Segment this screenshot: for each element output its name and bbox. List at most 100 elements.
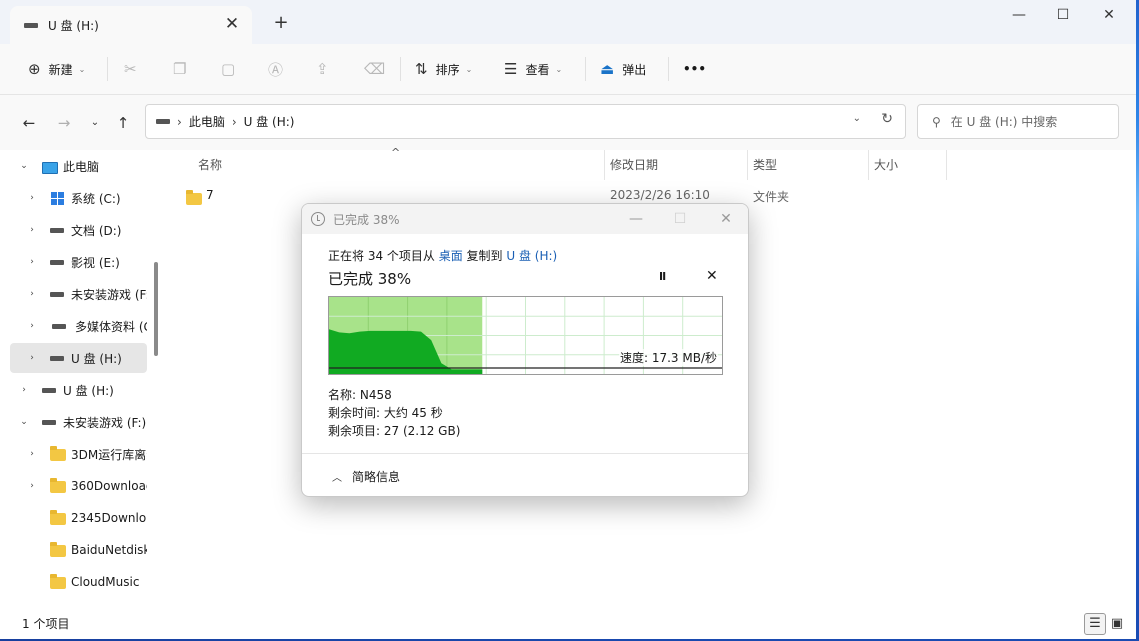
- nav-item-label: 3DM运行库离线: [71, 447, 147, 462]
- sort-button[interactable]: ⇅ 排序 ⌄: [415, 56, 472, 82]
- copy-prefix: 正在将 34 个项目从: [328, 249, 439, 263]
- nav-item-drive-h[interactable]: › U 盘 (H:): [10, 375, 147, 405]
- up-button[interactable]: ↑: [113, 113, 133, 133]
- copy-progress-dialog: 已完成 38% — ☐ ✕ 正在将 34 个项目从 桌面 复制到 U 盘 (H:…: [301, 203, 749, 497]
- nav-item-drive-f-expanded[interactable]: ⌄ 未安装游戏 (F:): [10, 407, 147, 437]
- more-options-button[interactable]: •••: [683, 56, 706, 82]
- nav-item-folder[interactable]: CloudMusic: [10, 567, 147, 597]
- recent-locations-button[interactable]: ⌄: [85, 113, 105, 133]
- sort-label: 排序: [435, 62, 460, 77]
- forward-button[interactable]: →: [54, 113, 74, 133]
- share-button[interactable]: ⇪: [316, 56, 329, 82]
- view-button[interactable]: ☰ 查看 ⌄: [504, 56, 562, 82]
- share-icon: ⇪: [316, 60, 329, 78]
- dialog-divider: [302, 453, 748, 454]
- nav-item-label: U 盘 (H:): [63, 383, 114, 398]
- items-remaining: 剩余项目: 27 (2.12 GB): [328, 424, 461, 438]
- chevron-right-icon: ›: [30, 289, 34, 299]
- copy-button[interactable]: ❐: [173, 56, 186, 82]
- chevron-right-icon: ›: [30, 193, 34, 203]
- folder-icon: [50, 478, 66, 493]
- nav-item-this-pc[interactable]: ⌄ 此电脑: [10, 151, 147, 181]
- nav-item-folder[interactable]: BaiduNetdisk: [10, 535, 147, 565]
- scissors-icon: ✂: [124, 60, 137, 78]
- nav-item-label: 影视 (E:): [71, 255, 120, 270]
- destination-link[interactable]: U 盘 (H:): [506, 249, 557, 263]
- dialog-title: 已完成 38%: [333, 212, 400, 227]
- nav-item-drive-g[interactable]: › 多媒体资料 (G:): [10, 311, 147, 341]
- time-remaining: 剩余时间: 大约 45 秒: [328, 406, 443, 420]
- nav-item-drive-c[interactable]: › 系统 (C:): [10, 183, 147, 213]
- drive-icon: [42, 388, 56, 393]
- status-bar: 1 个项目 ☰ ▣: [0, 610, 1136, 639]
- nav-item-drive-h-selected[interactable]: › U 盘 (H:): [10, 343, 147, 373]
- pause-button[interactable]: II: [659, 270, 666, 283]
- back-button[interactable]: ←: [19, 113, 39, 133]
- column-divider[interactable]: [868, 150, 869, 180]
- chevron-right-icon: ›: [30, 321, 34, 331]
- chevron-down-icon: ⌄: [555, 64, 563, 74]
- clock-icon: [311, 212, 325, 226]
- column-header-name[interactable]: 名称: [198, 156, 222, 173]
- chevron-right-icon: ›: [30, 353, 34, 363]
- search-box[interactable]: ⚲ 在 U 盘 (H:) 中搜索: [917, 104, 1119, 139]
- eject-label: 弹出: [622, 62, 647, 77]
- paste-button[interactable]: ▢: [221, 56, 235, 82]
- nav-item-drive-e[interactable]: › 影视 (E:): [10, 247, 147, 277]
- chevron-right-icon: ›: [30, 225, 34, 235]
- cut-button[interactable]: ✂: [124, 56, 137, 82]
- nav-item-folder[interactable]: › 360Download: [10, 471, 147, 501]
- tab-u-drive[interactable]: U 盘 (H:) ✕: [10, 6, 252, 44]
- chevron-right-icon: ›: [30, 257, 34, 267]
- nav-item-folder[interactable]: 2345Download: [10, 503, 147, 533]
- chevron-expanded-icon: ⌄: [20, 161, 28, 171]
- breadcrumb-this-pc[interactable]: 此电脑: [189, 113, 225, 130]
- drive-icon: [50, 356, 64, 361]
- nav-item-drive-f[interactable]: › 未安装游戏 (F:): [10, 279, 147, 309]
- search-icon: ⚲: [932, 114, 941, 129]
- nav-item-folder[interactable]: › 3DM运行库离线: [10, 439, 147, 469]
- copy-icon: ❐: [173, 60, 187, 78]
- nav-item-label: 360Download: [71, 479, 147, 493]
- source-link[interactable]: 桌面: [439, 249, 463, 263]
- details-view-icon[interactable]: ☰: [1084, 613, 1106, 635]
- nav-scrollbar[interactable]: [154, 262, 158, 356]
- minimize-button[interactable]: —: [996, 0, 1042, 30]
- new-label: 新建: [48, 62, 73, 77]
- rename-button[interactable]: Ⓐ: [268, 56, 283, 82]
- nav-item-drive-d[interactable]: › 文档 (D:): [10, 215, 147, 245]
- nav-item-label: CloudMusic: [71, 575, 140, 589]
- column-header-modified[interactable]: 修改日期: [610, 156, 658, 173]
- breadcrumb-separator-icon: ›: [177, 114, 182, 129]
- dialog-close-button[interactable]: ✕: [715, 209, 737, 229]
- stop-button[interactable]: ✕: [706, 268, 718, 284]
- breadcrumb-drive[interactable]: U 盘 (H:): [244, 113, 295, 130]
- column-divider[interactable]: [604, 150, 605, 180]
- fewer-details-button[interactable]: ︿ 简略信息: [332, 468, 400, 485]
- navigation-pane: ⌄ 此电脑 › 系统 (C:) › 文档 (D:) › 影视 (E:) › 未安…: [0, 150, 163, 610]
- windows-drive-icon: [51, 192, 64, 205]
- new-tab-button[interactable]: +: [270, 12, 292, 34]
- chevron-expanded-icon: ⌄: [20, 417, 28, 427]
- toolbar-divider: [400, 57, 401, 81]
- column-header-type[interactable]: 类型: [753, 156, 777, 173]
- computer-icon: [42, 162, 58, 174]
- address-dropdown-icon[interactable]: ⌄: [853, 113, 861, 124]
- close-window-button[interactable]: ✕: [1086, 0, 1132, 30]
- plus-circle-icon: ⊕: [28, 60, 41, 78]
- new-button[interactable]: ⊕ 新建 ⌄: [28, 56, 85, 82]
- refresh-icon[interactable]: ↻: [881, 111, 893, 127]
- delete-button[interactable]: ⌫: [364, 56, 385, 82]
- file-name: 7: [206, 188, 214, 202]
- toolbar-divider: [107, 57, 108, 81]
- maximize-button[interactable]: ☐: [1040, 0, 1086, 30]
- dialog-minimize-button[interactable]: —: [625, 209, 647, 229]
- column-divider[interactable]: [946, 150, 947, 180]
- tiles-view-icon[interactable]: ▣: [1106, 613, 1128, 635]
- column-header-size[interactable]: 大小: [874, 156, 898, 173]
- eject-button[interactable]: ⏏ 弹出: [600, 56, 646, 82]
- tab-close-icon[interactable]: ✕: [222, 14, 242, 34]
- nav-item-label: 此电脑: [63, 159, 100, 174]
- column-divider[interactable]: [747, 150, 748, 180]
- address-bar[interactable]: › 此电脑 › U 盘 (H:) ⌄ ↻: [145, 104, 906, 139]
